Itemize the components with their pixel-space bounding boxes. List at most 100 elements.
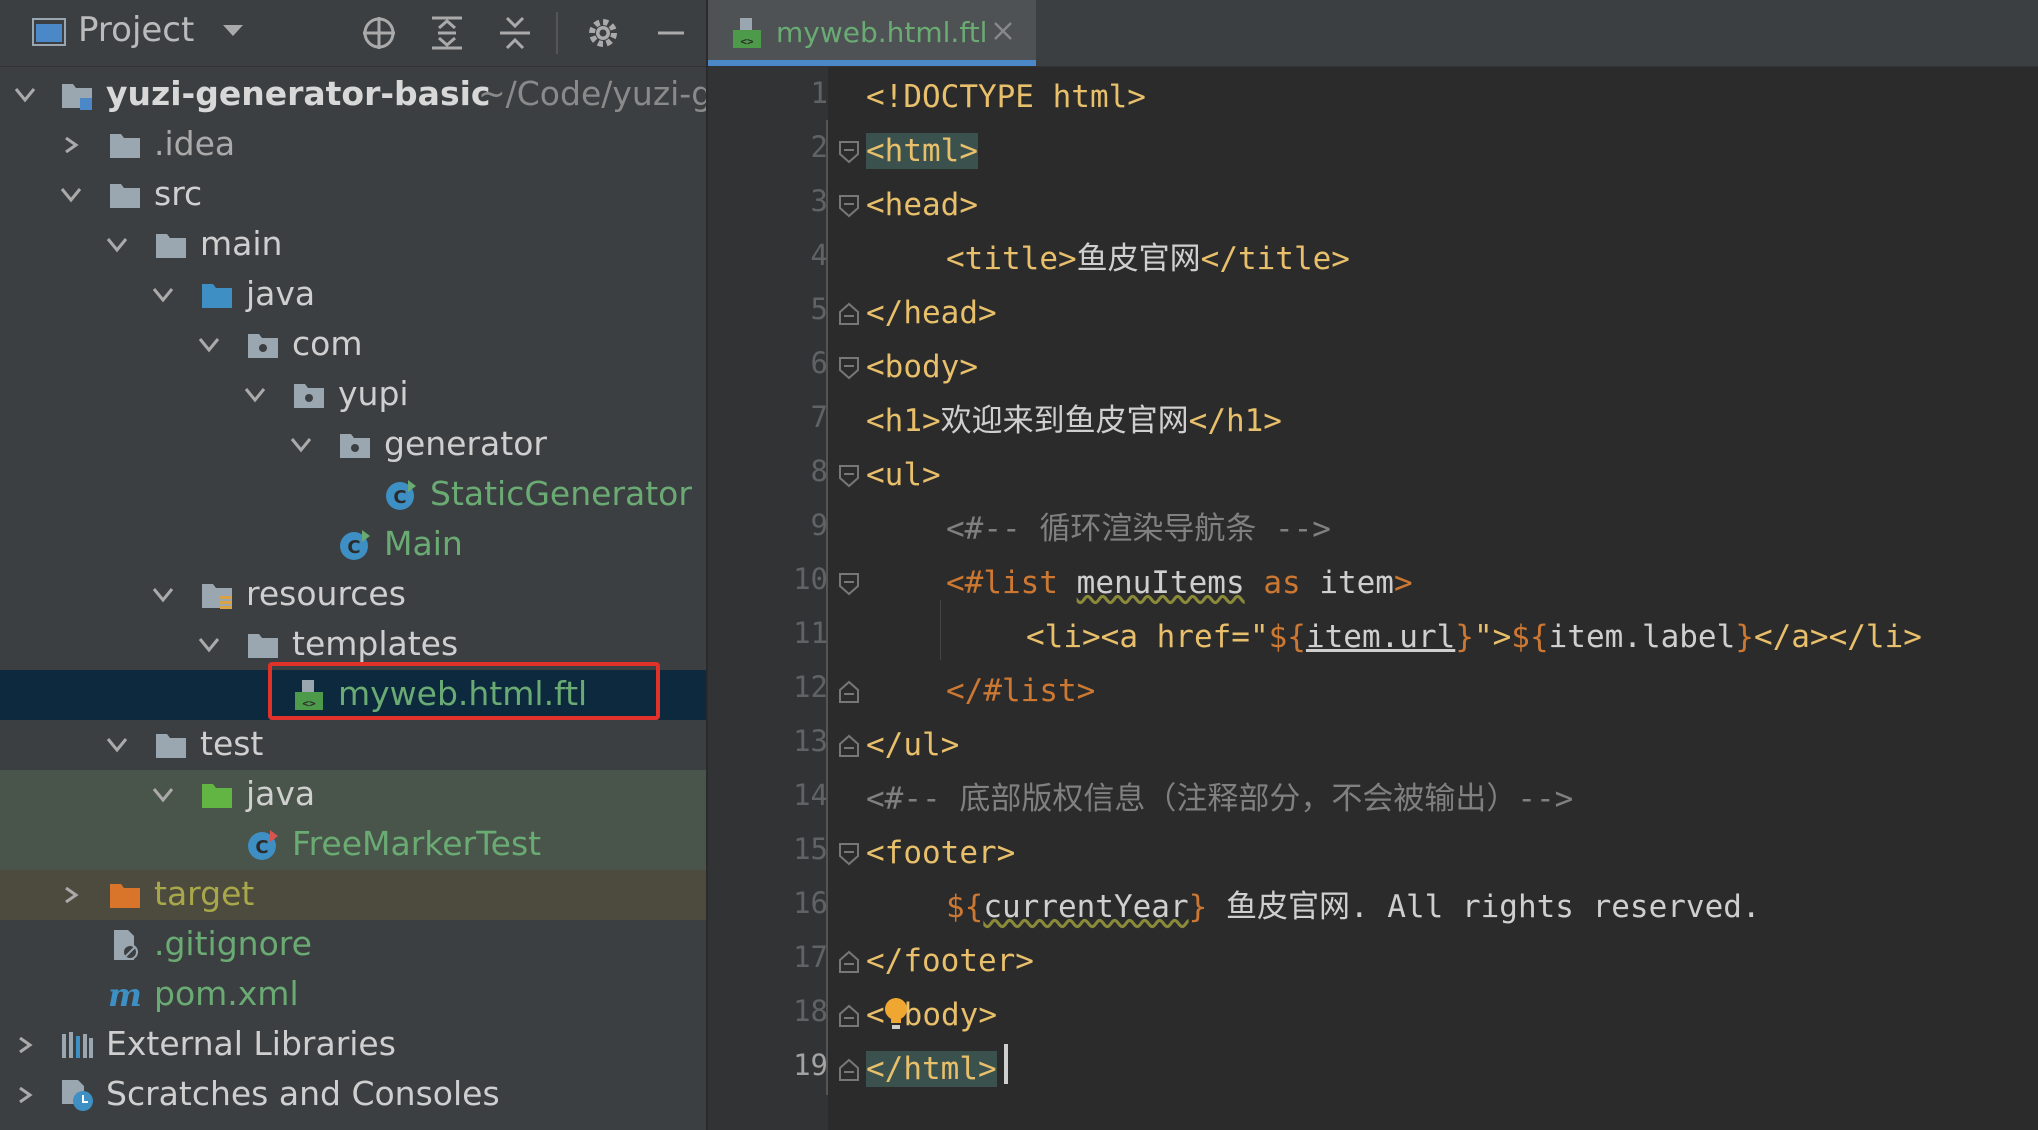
- tree-item-label: yuzi-generator-basic: [106, 74, 491, 113]
- svg-text:C: C: [347, 537, 360, 558]
- code-line-2[interactable]: <html>: [866, 124, 978, 178]
- tree-item-target[interactable]: target: [0, 870, 706, 920]
- code-line-19[interactable]: </html>: [866, 1042, 997, 1096]
- code-line-3[interactable]: <head>: [866, 178, 978, 232]
- project-view-title[interactable]: Project: [78, 10, 194, 50]
- fold-close-icon[interactable]: [838, 1004, 860, 1028]
- fold-close-icon[interactable]: [838, 734, 860, 758]
- chevron-down-icon[interactable]: [290, 437, 312, 453]
- tree-item-test[interactable]: test: [0, 720, 706, 770]
- fold-close-icon[interactable]: [838, 1058, 860, 1082]
- code-line-13[interactable]: </ul>: [866, 718, 959, 772]
- tree-item-resources[interactable]: resources: [0, 570, 706, 620]
- gear-icon[interactable]: [584, 14, 622, 52]
- tree-item-yupi[interactable]: yupi: [0, 370, 706, 420]
- tree-item-label: .idea: [154, 124, 236, 163]
- fold-open-icon[interactable]: [838, 356, 860, 380]
- expand-all-icon[interactable]: [428, 14, 466, 52]
- line-number: 8: [810, 454, 828, 488]
- tree-item-pom[interactable]: m pom.xml: [0, 970, 706, 1020]
- chevron-down-icon[interactable]: [14, 87, 36, 103]
- fold-open-icon[interactable]: [838, 572, 860, 596]
- minimize-icon[interactable]: [652, 14, 690, 52]
- code-line-1[interactable]: <!DOCTYPE html>: [866, 70, 1146, 124]
- code-line-7[interactable]: <h1>欢迎来到鱼皮官网</h1>: [866, 394, 1282, 448]
- tree-item-generator[interactable]: generator: [0, 420, 706, 470]
- fold-open-icon[interactable]: [838, 842, 860, 866]
- tree-item-idea[interactable]: .idea: [0, 120, 706, 170]
- fold-open-icon[interactable]: [838, 464, 860, 488]
- code-token: </ul>: [866, 727, 960, 763]
- tree-item-gitignore[interactable]: .gitignore: [0, 920, 706, 970]
- chevron-down-icon[interactable]: [152, 787, 174, 803]
- libraries-icon: [62, 1032, 93, 1058]
- toolbar-divider: [556, 12, 558, 54]
- tree-item-external-libraries[interactable]: External Libraries: [0, 1020, 706, 1070]
- code-token: <title>: [946, 241, 1077, 277]
- code-line-15[interactable]: <footer>: [866, 826, 1015, 880]
- tree-item-main-class[interactable]: C Main: [0, 520, 706, 570]
- tree-item-com[interactable]: com: [0, 320, 706, 370]
- crosshair-icon[interactable]: [360, 14, 398, 52]
- chevron-right-icon[interactable]: [60, 887, 82, 903]
- code-line-14[interactable]: <#-- 底部版权信息（注释部分，不会被输出）-->: [866, 772, 1573, 826]
- chevron-down-icon[interactable]: [198, 337, 220, 353]
- tree-item-label: generator: [384, 424, 547, 463]
- line-number: 6: [810, 346, 828, 380]
- chevron-down-icon[interactable]: [152, 287, 174, 303]
- chevron-down-icon[interactable]: [198, 637, 220, 653]
- code-line-17[interactable]: </footer>: [866, 934, 1034, 988]
- chevron-down-icon[interactable]: [106, 737, 128, 753]
- code-line-4[interactable]: <title>鱼皮官网</title>: [946, 232, 1350, 286]
- tab-myweb-ftl[interactable]: <> myweb.html.ftl: [708, 0, 1036, 66]
- code-line-12[interactable]: </#list>: [946, 664, 1095, 718]
- line-number: 2: [810, 130, 828, 164]
- line-number: 5: [810, 292, 828, 326]
- project-toolbar: Project: [0, 0, 706, 67]
- code-line-16[interactable]: ${currentYear} 鱼皮官网. All rights reserved…: [946, 880, 1761, 934]
- tree-item-main[interactable]: main: [0, 220, 706, 270]
- chevron-right-icon[interactable]: [14, 1087, 36, 1103]
- tree-item-freemarker-test[interactable]: C FreeMarkerTest: [0, 820, 706, 870]
- lightbulb-icon[interactable]: [882, 996, 910, 1032]
- tree-item-java[interactable]: java: [0, 270, 706, 320]
- code-line-5[interactable]: </head>: [866, 286, 997, 340]
- code-token: ": [1249, 619, 1269, 655]
- code-token: <head>: [866, 187, 978, 223]
- close-icon[interactable]: [992, 20, 1014, 42]
- chevron-right-icon[interactable]: [60, 137, 82, 153]
- collapse-all-icon[interactable]: [496, 14, 534, 52]
- chevron-down-icon[interactable]: [106, 237, 128, 253]
- chevron-down-icon[interactable]: [152, 587, 174, 603]
- package-icon: [340, 434, 370, 458]
- line-number: 1: [810, 76, 828, 110]
- code-line-8[interactable]: <ul>: [866, 448, 941, 502]
- text-cursor: [1004, 1044, 1008, 1084]
- chevron-right-icon[interactable]: [14, 1037, 36, 1053]
- code-line-10[interactable]: <#list menuItems as item>: [946, 556, 1413, 610]
- java-class-icon: C: [386, 480, 416, 510]
- fold-close-icon[interactable]: [838, 680, 860, 704]
- package-icon: [294, 384, 324, 408]
- fold-open-icon[interactable]: [838, 194, 860, 218]
- tree-item-label: main: [200, 224, 283, 263]
- tree-item-scratches[interactable]: Scratches and Consoles: [0, 1070, 706, 1120]
- fold-close-icon[interactable]: [838, 950, 860, 974]
- line-number-gutter: 1 2 3 4 5 6 7 8 9 10 11 12 13 14 15 16 1…: [708, 66, 828, 1130]
- chevron-down-icon[interactable]: [244, 387, 266, 403]
- fold-close-icon[interactable]: [838, 302, 860, 326]
- line-number: 4: [810, 238, 828, 272]
- tree-item-test-java[interactable]: java: [0, 770, 706, 820]
- tree-item-project-root[interactable]: yuzi-generator-basic ~/Code/yuzi-g: [0, 70, 706, 120]
- code-line-6[interactable]: <body>: [866, 340, 978, 394]
- ftl-file-icon: <>: [733, 18, 761, 48]
- code-line-11[interactable]: <li><a href="${item.url}">${item.label}<…: [1026, 610, 1922, 664]
- tree-item-static-generator[interactable]: C StaticGenerator: [0, 470, 706, 520]
- chevron-down-icon[interactable]: [60, 187, 82, 203]
- code-line-9[interactable]: <#-- 循环渲染导航条 -->: [946, 502, 1331, 556]
- tree-item-src[interactable]: src: [0, 170, 706, 220]
- chevron-down-icon[interactable]: [222, 24, 244, 38]
- indent-guide: [940, 600, 941, 660]
- fold-open-icon[interactable]: [838, 140, 860, 164]
- svg-text:C: C: [255, 837, 268, 858]
